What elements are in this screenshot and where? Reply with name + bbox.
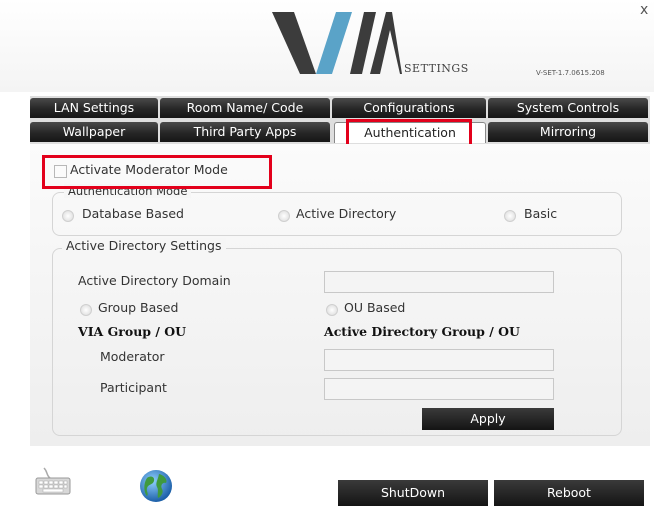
basic-label: Basic: [524, 206, 558, 221]
tab-lan-settings[interactable]: LAN Settings: [30, 98, 158, 118]
basic-radio[interactable]: [504, 210, 516, 222]
close-icon[interactable]: x: [640, 2, 648, 18]
keyboard-icon[interactable]: [34, 466, 72, 496]
via-logo: [272, 12, 402, 74]
tab-room-name-code[interactable]: Room Name/ Code: [160, 98, 330, 118]
database-based-label: Database Based: [82, 206, 184, 221]
authentication-panel: Activate Moderator Mode Authentication M…: [30, 144, 650, 446]
shutdown-button[interactable]: ShutDown: [338, 480, 488, 506]
ad-domain-field[interactable]: [324, 271, 554, 293]
ad-domain-label: Active Directory Domain: [78, 273, 231, 288]
apply-button[interactable]: Apply: [422, 408, 554, 430]
header-bar: x SETTINGS V-SET-1.7.0615.208: [0, 0, 654, 92]
ad-group-ou-heading: Active Directory Group / OU: [324, 324, 520, 339]
footer-bar: ShutDown Reboot: [0, 446, 654, 520]
group-based-radio[interactable]: [80, 304, 92, 316]
activate-moderator-checkbox[interactable]: [54, 165, 67, 178]
group-based-label: Group Based: [98, 300, 179, 315]
ou-based-radio[interactable]: [326, 304, 338, 316]
participant-field[interactable]: [324, 378, 554, 400]
active-directory-radio[interactable]: [278, 210, 290, 222]
active-directory-label: Active Directory: [296, 206, 397, 221]
settings-title: SETTINGS: [404, 62, 469, 75]
tab-third-party-apps[interactable]: Third Party Apps: [160, 122, 330, 142]
ad-settings-legend: Active Directory Settings: [62, 238, 226, 253]
authentication-mode-legend: Authentication Mode: [64, 184, 192, 198]
tab-mirroring[interactable]: Mirroring: [488, 122, 648, 142]
via-group-ou-heading: VIA Group / OU: [78, 324, 187, 339]
moderator-label: Moderator: [100, 349, 165, 364]
activate-moderator-label: Activate Moderator Mode: [70, 162, 228, 177]
ou-based-label: OU Based: [344, 300, 406, 315]
tab-authentication[interactable]: Authentication: [334, 122, 486, 143]
globe-icon[interactable]: [138, 468, 174, 504]
reboot-button[interactable]: Reboot: [494, 480, 644, 506]
database-based-radio[interactable]: [62, 210, 74, 222]
tab-configurations[interactable]: Configurations: [332, 98, 486, 118]
participant-label: Participant: [100, 380, 167, 395]
moderator-field[interactable]: [324, 349, 554, 371]
version-label: V-SET-1.7.0615.208: [536, 69, 605, 77]
tab-wallpaper[interactable]: Wallpaper: [30, 122, 158, 142]
tab-system-controls[interactable]: System Controls: [488, 98, 648, 118]
